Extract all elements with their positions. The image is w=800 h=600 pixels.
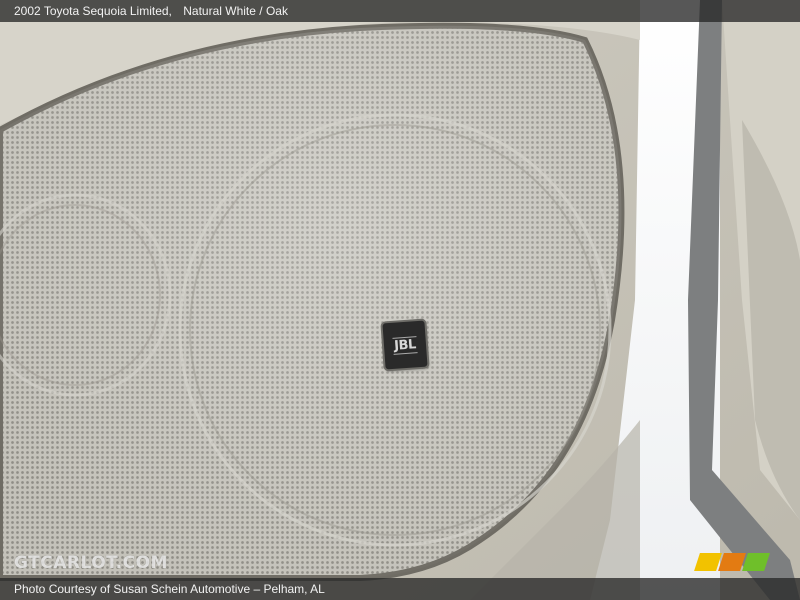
gtcarlot-watermark: GTCARLOT.COM xyxy=(14,553,168,573)
vehicle-title: 2002 Toyota Sequoia Limited, xyxy=(14,4,172,18)
door-speaker-photo xyxy=(0,0,800,600)
photo-credit: Photo Courtesy of Susan Schein Automotiv… xyxy=(14,582,325,596)
jbl-logo-text: JBL xyxy=(392,335,418,355)
caption-bar: 2002 Toyota Sequoia Limited, Natural Whi… xyxy=(0,0,800,22)
color-info: Natural White / Oak xyxy=(183,4,288,18)
jbl-badge: JBL xyxy=(382,320,428,370)
logo-stripe-green xyxy=(742,553,770,571)
brand-logo-icon xyxy=(694,553,773,573)
credit-bar: Photo Courtesy of Susan Schein Automotiv… xyxy=(0,578,800,600)
